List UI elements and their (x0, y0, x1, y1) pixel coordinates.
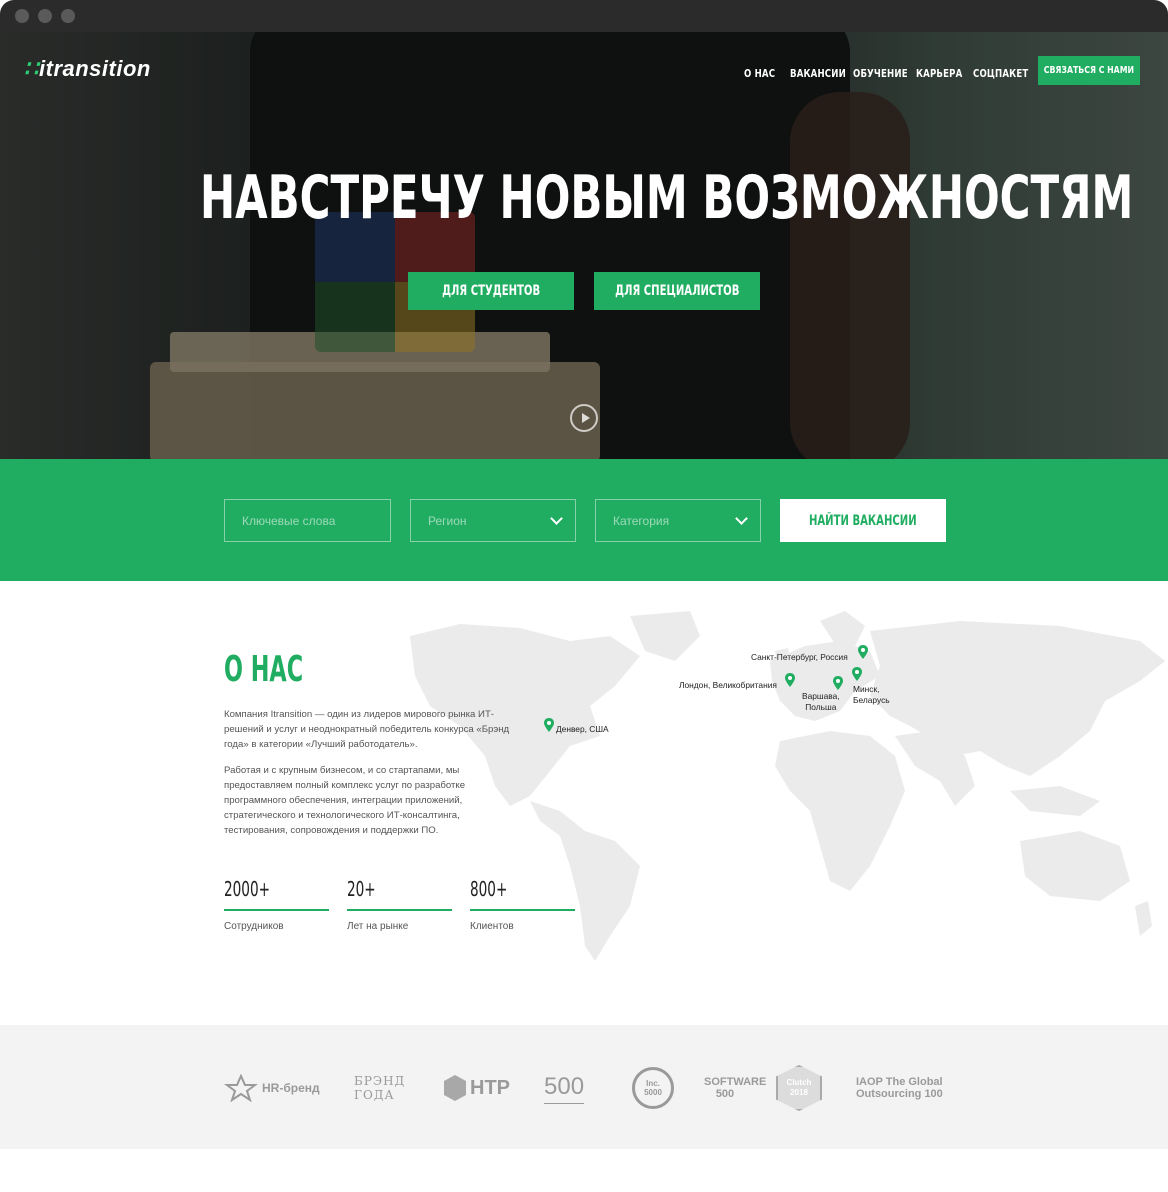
window-minimize-dot[interactable] (38, 9, 52, 23)
find-vacancies-button[interactable]: НАЙТИ ВАКАНСИИ (780, 499, 946, 542)
window-close-dot[interactable] (15, 9, 29, 23)
award-label: Inc. 5000 (632, 1067, 674, 1109)
htp-cube-icon (444, 1075, 466, 1101)
for-students-button[interactable]: ДЛЯ СТУДЕНТОВ (408, 272, 574, 310)
keywords-input[interactable]: Ключевые слова (224, 499, 391, 542)
stat-underline (470, 909, 575, 911)
nav-item-career[interactable]: КАРЬЕРА (916, 67, 962, 80)
stat-underline (224, 909, 329, 911)
stat-label: Клиентов (470, 921, 514, 932)
stat-label: Сотрудников (224, 921, 284, 932)
category-placeholder: Категория (613, 513, 670, 528)
stat-value: 800+ (470, 877, 508, 901)
for-specialists-button[interactable]: ДЛЯ СПЕЦИАЛИСТОВ (594, 272, 760, 310)
award-technology-fast-500[interactable]: 500 (544, 1065, 585, 1111)
award-label: БРЭНД ГОДА (354, 1074, 406, 1102)
map-pin-icon[interactable] (544, 718, 554, 732)
logo-mark-icon: ∷ (24, 56, 38, 81)
hero-section: ∷itransition О НАС ВАКАНСИИ ОБУЧЕНИЕ КАР… (0, 32, 1168, 459)
for-specialists-label: ДЛЯ СПЕЦИАЛИСТОВ (614, 283, 740, 299)
awards-strip: HR-бренд БРЭНД ГОДА HTP 500 Inc. 5000 SO… (0, 1025, 1168, 1149)
region-placeholder: Регион (428, 513, 467, 528)
window-maximize-dot[interactable] (61, 9, 75, 23)
award-label: Clutch 2018 (776, 1065, 822, 1111)
play-video-icon[interactable] (570, 404, 598, 432)
nav-item-training[interactable]: ОБУЧЕНИЕ (853, 67, 908, 80)
map-pin-icon[interactable] (833, 676, 843, 690)
keywords-placeholder: Ключевые слова (242, 513, 336, 528)
hero-title: НАВСТРЕЧУ НОВЫМ ВОЗМОЖНОСТЯМ (199, 163, 1134, 233)
location-london: Лондон, Великобритания (679, 680, 777, 690)
chevron-down-icon (735, 512, 748, 525)
award-iaop-global-outsourcing-100[interactable]: IAOP The Global Outsourcing 100 (856, 1065, 948, 1111)
about-paragraph-1: Компания Itransition — один из лидеров м… (224, 709, 510, 750)
about-paragraph-2: Работая и с крупным бизнесом, и со старт… (224, 765, 466, 836)
about-section: О НАС Компания Itransition — один из лид… (0, 581, 1168, 1025)
award-htp[interactable]: HTP (442, 1065, 510, 1111)
stat-employees: 2000+ Сотрудников (224, 877, 329, 932)
map-pin-icon[interactable] (852, 667, 862, 681)
hr-brand-star-icon (224, 1074, 258, 1102)
browser-window: ∷itransition О НАС ВАКАНСИИ ОБУЧЕНИЕ КАР… (0, 0, 1168, 1192)
region-select[interactable]: Регион (410, 499, 576, 542)
award-label: 500 (544, 1073, 585, 1104)
map-pin-icon[interactable] (785, 673, 795, 687)
site-logo[interactable]: ∷itransition (24, 56, 151, 82)
stat-label: Лет на рынке (347, 921, 409, 932)
stat-value: 2000+ (224, 877, 271, 901)
location-denver: Денвер, США (556, 724, 609, 734)
location-minsk: Минск, Беларусь (853, 684, 890, 705)
award-hr-brand[interactable]: HR-бренд (224, 1065, 320, 1111)
browser-chrome (0, 0, 1168, 32)
stat-value: 20+ (347, 877, 376, 901)
contact-us-button[interactable]: СВЯЗАТЬСЯ С НАМИ (1038, 56, 1140, 85)
stat-clients: 800+ Клиентов (470, 877, 575, 932)
award-label: IAOP The Global Outsourcing 100 (856, 1076, 943, 1100)
nav-item-social-package[interactable]: СОЦПАКЕТ (973, 67, 1028, 80)
category-select[interactable]: Категория (595, 499, 761, 542)
award-software-500[interactable]: SOFTWARE 500 (704, 1065, 767, 1111)
award-clutch[interactable]: Clutch 2018 (776, 1065, 822, 1111)
vacancy-search-bar: Ключевые слова Регион Категория НАЙТИ ВА… (0, 459, 1168, 581)
award-inc-5000[interactable]: Inc. 5000 (632, 1065, 674, 1111)
chevron-down-icon (550, 512, 563, 525)
map-pin-icon[interactable] (858, 645, 868, 659)
location-saint-petersburg: Санкт-Петербург, Россия (751, 652, 848, 662)
award-label: SOFTWARE 500 (704, 1076, 767, 1100)
award-brand-of-the-year[interactable]: БРЭНД ГОДА (354, 1065, 412, 1111)
nav-item-about[interactable]: О НАС (744, 67, 775, 80)
logo-text: itransition (39, 56, 151, 81)
award-label: HR-бренд (262, 1081, 320, 1095)
location-warsaw: Варшава, Польша (802, 691, 840, 712)
hero-overlay (0, 32, 1168, 459)
contact-us-label: СВЯЗАТЬСЯ С НАМИ (1043, 65, 1135, 76)
for-students-label: ДЛЯ СТУДЕНТОВ (441, 283, 541, 299)
page-footer-space (0, 1149, 1168, 1192)
award-label: HTP (470, 1076, 510, 1099)
about-title: О НАС (224, 649, 304, 690)
stat-years: 20+ Лет на рынке (347, 877, 452, 932)
stat-underline (347, 909, 452, 911)
find-vacancies-label: НАЙТИ ВАКАНСИИ (809, 512, 917, 529)
nav-item-vacancies[interactable]: ВАКАНСИИ (790, 67, 846, 80)
